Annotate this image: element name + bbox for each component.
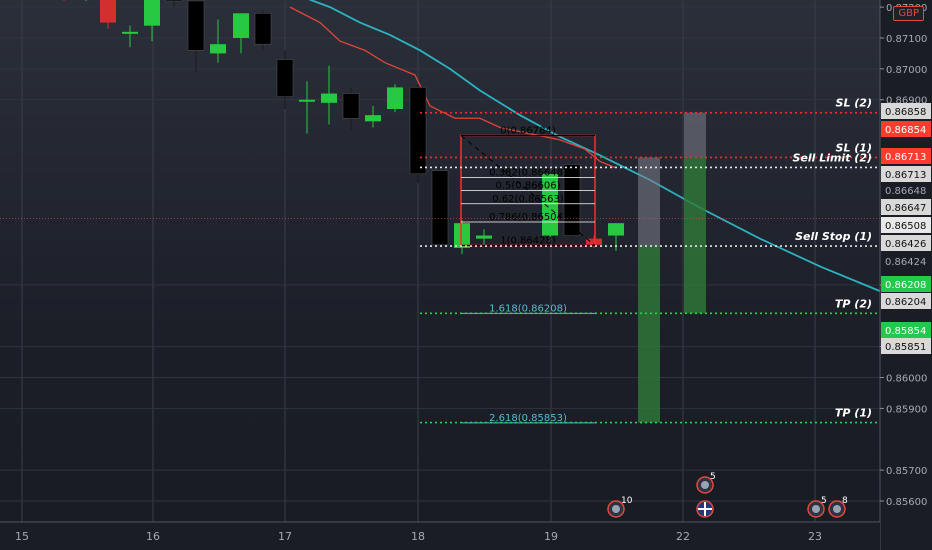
price-label-value: 0.86713 <box>885 170 926 181</box>
candle-body <box>276 59 294 97</box>
candle-body <box>608 223 624 236</box>
candle-body <box>387 87 403 109</box>
chart-root: 0(0.86784) 0.382(0.86648) 0.5(0.86606) 0.62… <box>0 0 932 550</box>
position-reward-box-2 <box>684 157 706 314</box>
event-count: 8 <box>842 496 848 506</box>
price-label-value: 0.86648 <box>885 186 926 197</box>
candle-body <box>299 99 315 102</box>
price-label-value: 0.86858 <box>885 107 926 118</box>
fib-level-label: 1(0.86428) <box>500 235 556 246</box>
price-tick-label: 0.87100 <box>886 34 927 45</box>
event-count: 10 <box>621 496 633 506</box>
level-name: Sell Limit (2) <box>792 151 872 164</box>
price-tick-label: 0.87000 <box>886 65 927 76</box>
event-markers: 10 5 5 8 <box>607 472 848 518</box>
price-label-value: 0.86713 <box>885 152 926 163</box>
candle-body <box>165 0 183 2</box>
candle-body <box>476 235 492 239</box>
price-label-value: 0.86204 <box>885 297 926 308</box>
level-name: Sell Stop (1) <box>795 230 872 243</box>
position-risk-box-1 <box>638 157 660 247</box>
price-tick-label: 0.85700 <box>886 466 927 477</box>
time-axis-bg <box>0 522 880 550</box>
price-label-value: 0.86208 <box>885 280 926 291</box>
position-risk-box-2 <box>684 112 706 158</box>
event-icon-core <box>833 505 841 513</box>
event-count: 5 <box>821 496 827 506</box>
event-icon-core <box>701 481 709 489</box>
candle-body <box>321 93 337 103</box>
fib-level-label: 0.62(0.86563) <box>492 194 564 205</box>
candle-body <box>431 170 449 246</box>
price-label-value: 0.85854 <box>885 326 926 337</box>
time-tick-label: 18 <box>411 530 425 543</box>
fib-level-label: 0.786(0.86504) <box>489 212 567 223</box>
ma-line-red <box>289 6 616 169</box>
candle-body <box>254 13 272 45</box>
candle-body <box>409 87 427 175</box>
time-tick-label: 22 <box>676 530 690 543</box>
price-label-value: 0.85851 <box>885 342 926 353</box>
price-chart[interactable]: 0(0.86784) 0.382(0.86648)0.5(0.86606) 0.62… <box>0 0 932 550</box>
candle-body <box>365 115 381 122</box>
position-boxes <box>638 112 706 423</box>
trade-levels: SL (2)SL (1)Sell Limit (2)Sell Stop (1)T… <box>0 97 880 424</box>
event-icon-core <box>812 505 820 513</box>
price-label-value: 0.86426 <box>885 239 926 250</box>
price-tick-label: 0.85900 <box>886 404 927 415</box>
position-reward-box-1 <box>638 246 660 423</box>
fib-level-label: 0.5(0.86606) <box>495 180 560 191</box>
fib-level-label: 0.382(0.86648) <box>489 168 567 179</box>
candle-body <box>210 44 226 54</box>
time-tick-label: 15 <box>15 530 29 543</box>
time-tick-label: 19 <box>544 530 558 543</box>
candle-body <box>233 13 249 38</box>
ma-line-teal <box>308 0 881 292</box>
time-tick-label: 16 <box>146 530 160 543</box>
level-name: TP (1) <box>835 407 872 420</box>
event-icon-core <box>612 505 620 513</box>
grid-lines <box>0 0 880 522</box>
fib-level-label: 0(0.86784) <box>500 126 556 137</box>
candle-body <box>122 31 138 34</box>
time-axis: 15 16 17 18 19 22 23 <box>0 521 880 550</box>
currency-badge[interactable]: GBP <box>893 6 924 21</box>
candle-body <box>187 0 205 51</box>
moving-averages <box>289 0 881 292</box>
time-tick-label: 17 <box>278 530 292 543</box>
price-tick-label: 0.85600 <box>886 497 927 508</box>
time-tick-label: 23 <box>808 530 822 543</box>
candle-body <box>342 93 360 119</box>
price-axis: 0.872000.871000.870000.869000.863000.861… <box>879 0 932 550</box>
event-count: 5 <box>710 472 716 482</box>
price-label-value: 0.86424 <box>885 257 926 268</box>
price-label-value: 0.86854 <box>885 125 926 136</box>
price-label-value: 0.86508 <box>885 221 926 232</box>
level-name: SL (2) <box>836 97 872 110</box>
level-name: TP (2) <box>835 297 872 310</box>
candle-body <box>454 223 470 248</box>
price-label-value: 0.86647 <box>885 203 926 214</box>
price-tick-label: 0.86000 <box>886 374 927 385</box>
candle-body <box>144 0 160 26</box>
candle-body <box>100 0 116 23</box>
